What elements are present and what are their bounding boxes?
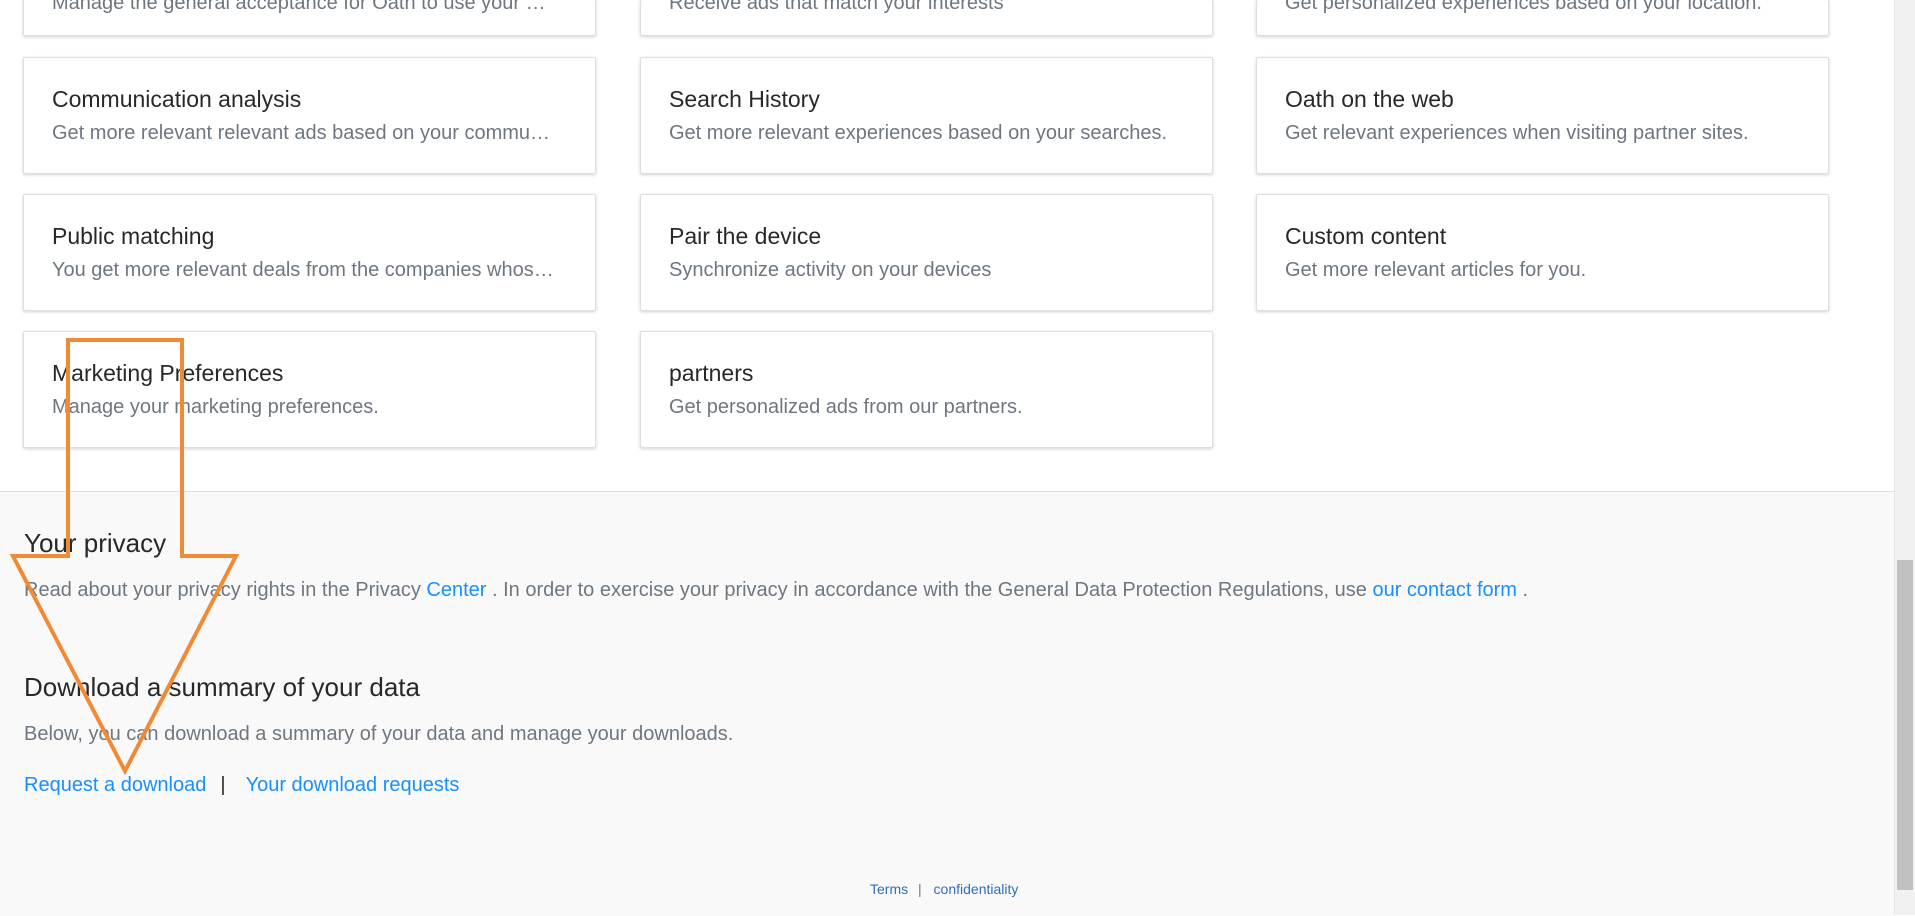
- card-description: Synchronize activity on your devices: [669, 259, 992, 281]
- confidentiality-link[interactable]: confidentiality: [934, 881, 1019, 897]
- card-description: Manage your marketing preferences.: [52, 396, 379, 418]
- card-description: Get personalized experiences based on yo…: [1285, 0, 1762, 14]
- privacy-text-before: Read about your privacy rights in the Pr…: [24, 579, 427, 601]
- public-matching-card[interactable]: Public matching You get more relevant de…: [23, 194, 596, 311]
- legal-separator: |: [918, 881, 922, 897]
- privacy-footer-section: Your privacy Read about your privacy rig…: [0, 491, 1895, 916]
- card-description: Receive ads that match your interests: [669, 0, 1004, 14]
- partners-card[interactable]: partners Get personalized ads from our p…: [640, 331, 1213, 448]
- card-description: Get personalized ads from our partners.: [669, 396, 1023, 418]
- search-history-card[interactable]: Search History Get more relevant experie…: [640, 57, 1213, 174]
- card-description: Get more relevant experiences based on y…: [669, 122, 1168, 144]
- oath-on-the-web-card[interactable]: Oath on the web Get relevant experiences…: [1256, 57, 1829, 174]
- privacy-text-middle: . In order to exercise your privacy in a…: [486, 579, 1373, 601]
- download-requests-link[interactable]: Your download requests: [246, 774, 460, 796]
- consent-card[interactable]: Manage the general acceptance for Oath t…: [23, 0, 596, 36]
- download-links: Request a download | Your download request…: [24, 774, 459, 797]
- card-title: partners: [669, 360, 754, 386]
- vertical-scrollbar[interactable]: [1894, 0, 1915, 915]
- download-text: Below, you can download a summary of you…: [24, 723, 734, 745]
- privacy-heading: Your privacy: [24, 528, 167, 558]
- marketing-preferences-card[interactable]: Marketing Preferences Manage your market…: [23, 331, 596, 448]
- pair-the-device-card[interactable]: Pair the device Synchronize activity on …: [640, 194, 1213, 311]
- consent-card[interactable]: Get personalized experiences based on yo…: [1256, 0, 1829, 36]
- card-title: Pair the device: [669, 223, 822, 249]
- card-description: Manage the general acceptance for Oath t…: [52, 0, 546, 14]
- card-title: Custom content: [1285, 223, 1447, 249]
- links-separator: |: [220, 774, 226, 796]
- privacy-center-link[interactable]: Center: [426, 579, 486, 601]
- card-title: Marketing Preferences: [52, 360, 284, 386]
- contact-form-link[interactable]: our contact form: [1372, 579, 1517, 601]
- custom-content-card[interactable]: Custom content Get more relevant article…: [1256, 194, 1829, 311]
- card-title: Communication analysis: [52, 86, 302, 112]
- card-title: Oath on the web: [1285, 86, 1454, 112]
- card-description: Get more relevant relevant ads based on …: [52, 122, 551, 144]
- communication-analysis-card[interactable]: Communication analysis Get more relevant…: [23, 57, 596, 174]
- legal-links: Terms | confidentiality: [870, 881, 1018, 897]
- card-title: Search History: [669, 86, 820, 112]
- privacy-text: Read about your privacy rights in the Pr…: [24, 579, 1528, 602]
- consent-cards-section: Manage the general acceptance for Oath t…: [0, 0, 1895, 491]
- request-download-link[interactable]: Request a download: [24, 774, 206, 796]
- card-description: You get more relevant deals from the com…: [52, 259, 554, 281]
- card-description: Get relevant experiences when visiting p…: [1285, 122, 1749, 144]
- terms-link[interactable]: Terms: [870, 881, 908, 897]
- privacy-text-after: .: [1516, 579, 1529, 601]
- scrollbar-thumb[interactable]: [1897, 560, 1913, 890]
- consent-card[interactable]: Receive ads that match your interests: [640, 0, 1213, 36]
- card-title: Public matching: [52, 223, 215, 249]
- card-description: Get more relevant articles for you.: [1285, 259, 1587, 281]
- download-heading: Download a summary of your data: [24, 672, 420, 702]
